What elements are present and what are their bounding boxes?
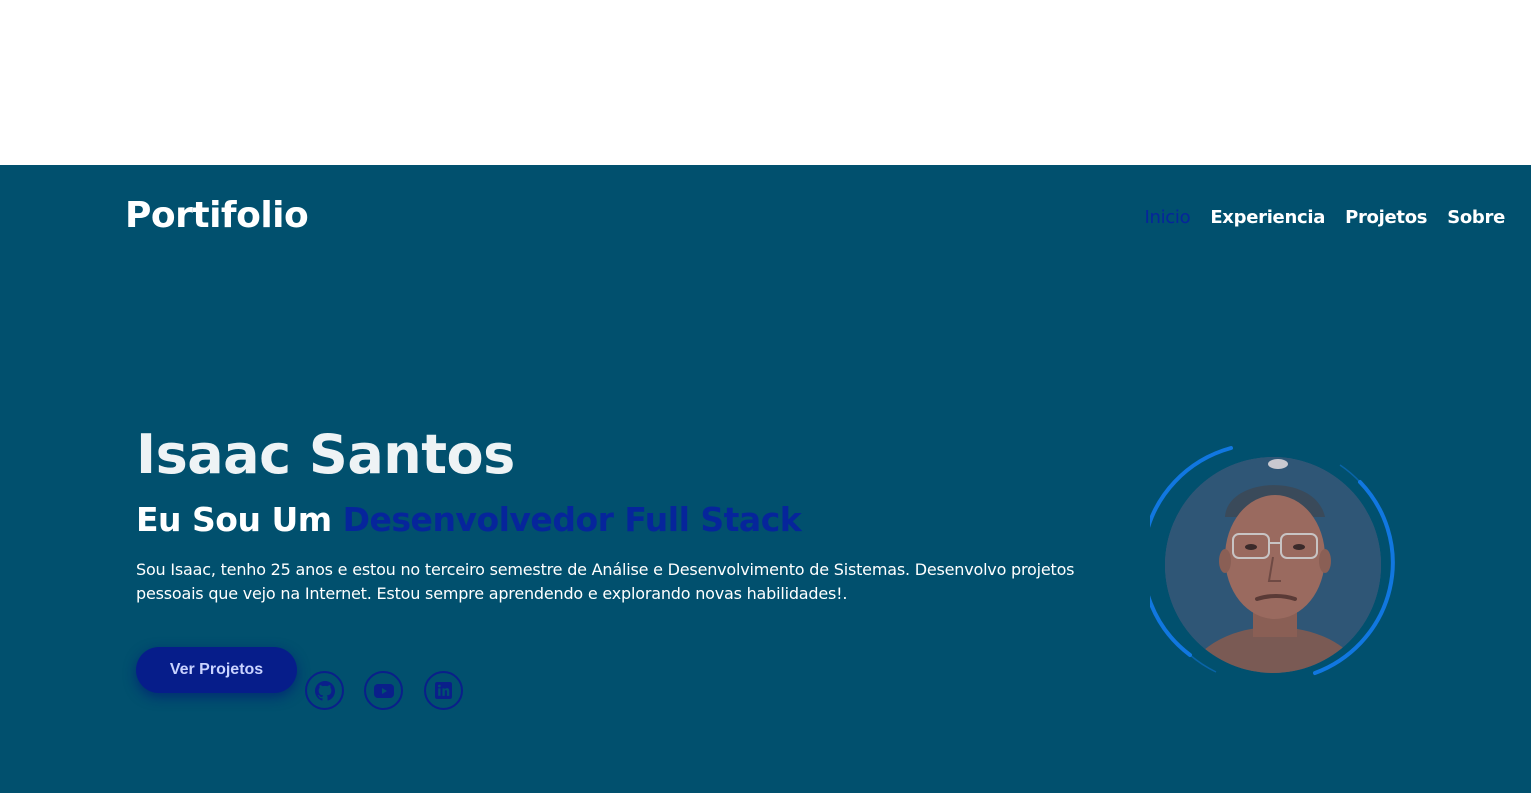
nav-item-projetos[interactable]: Projetos (1345, 207, 1427, 228)
nav-item-inicio[interactable]: Inicio (1144, 207, 1190, 228)
hero-name: Isaac Santos (136, 423, 515, 486)
linkedin-icon (435, 682, 452, 699)
role-prefix: Eu Sou Um (136, 500, 332, 539)
hero-role: Eu Sou Um Desenvolvedor Full Stack (136, 500, 802, 539)
main-nav: Inicio Experiencia Projetos Sobre (1144, 207, 1505, 228)
hero-section: Portifolio Inicio Experiencia Projetos S… (0, 165, 1531, 793)
ver-projetos-button[interactable]: Ver Projetos (136, 647, 297, 693)
profile-avatar (1150, 445, 1396, 681)
role-highlight: Desenvolvedor Full Stack (342, 500, 802, 539)
github-link[interactable] (305, 671, 344, 710)
youtube-icon (373, 683, 394, 698)
nav-item-experiencia[interactable]: Experiencia (1210, 207, 1325, 228)
linkedin-link[interactable] (424, 671, 463, 710)
profile-photo (1165, 457, 1381, 673)
top-blank-area (0, 0, 1531, 165)
hero-description: Sou Isaac, tenho 25 anos e estou no terc… (136, 560, 1075, 603)
nav-item-sobre[interactable]: Sobre (1447, 207, 1505, 228)
github-icon (314, 680, 335, 701)
youtube-link[interactable] (364, 671, 403, 710)
brand-logo[interactable]: Portifolio (125, 195, 309, 236)
